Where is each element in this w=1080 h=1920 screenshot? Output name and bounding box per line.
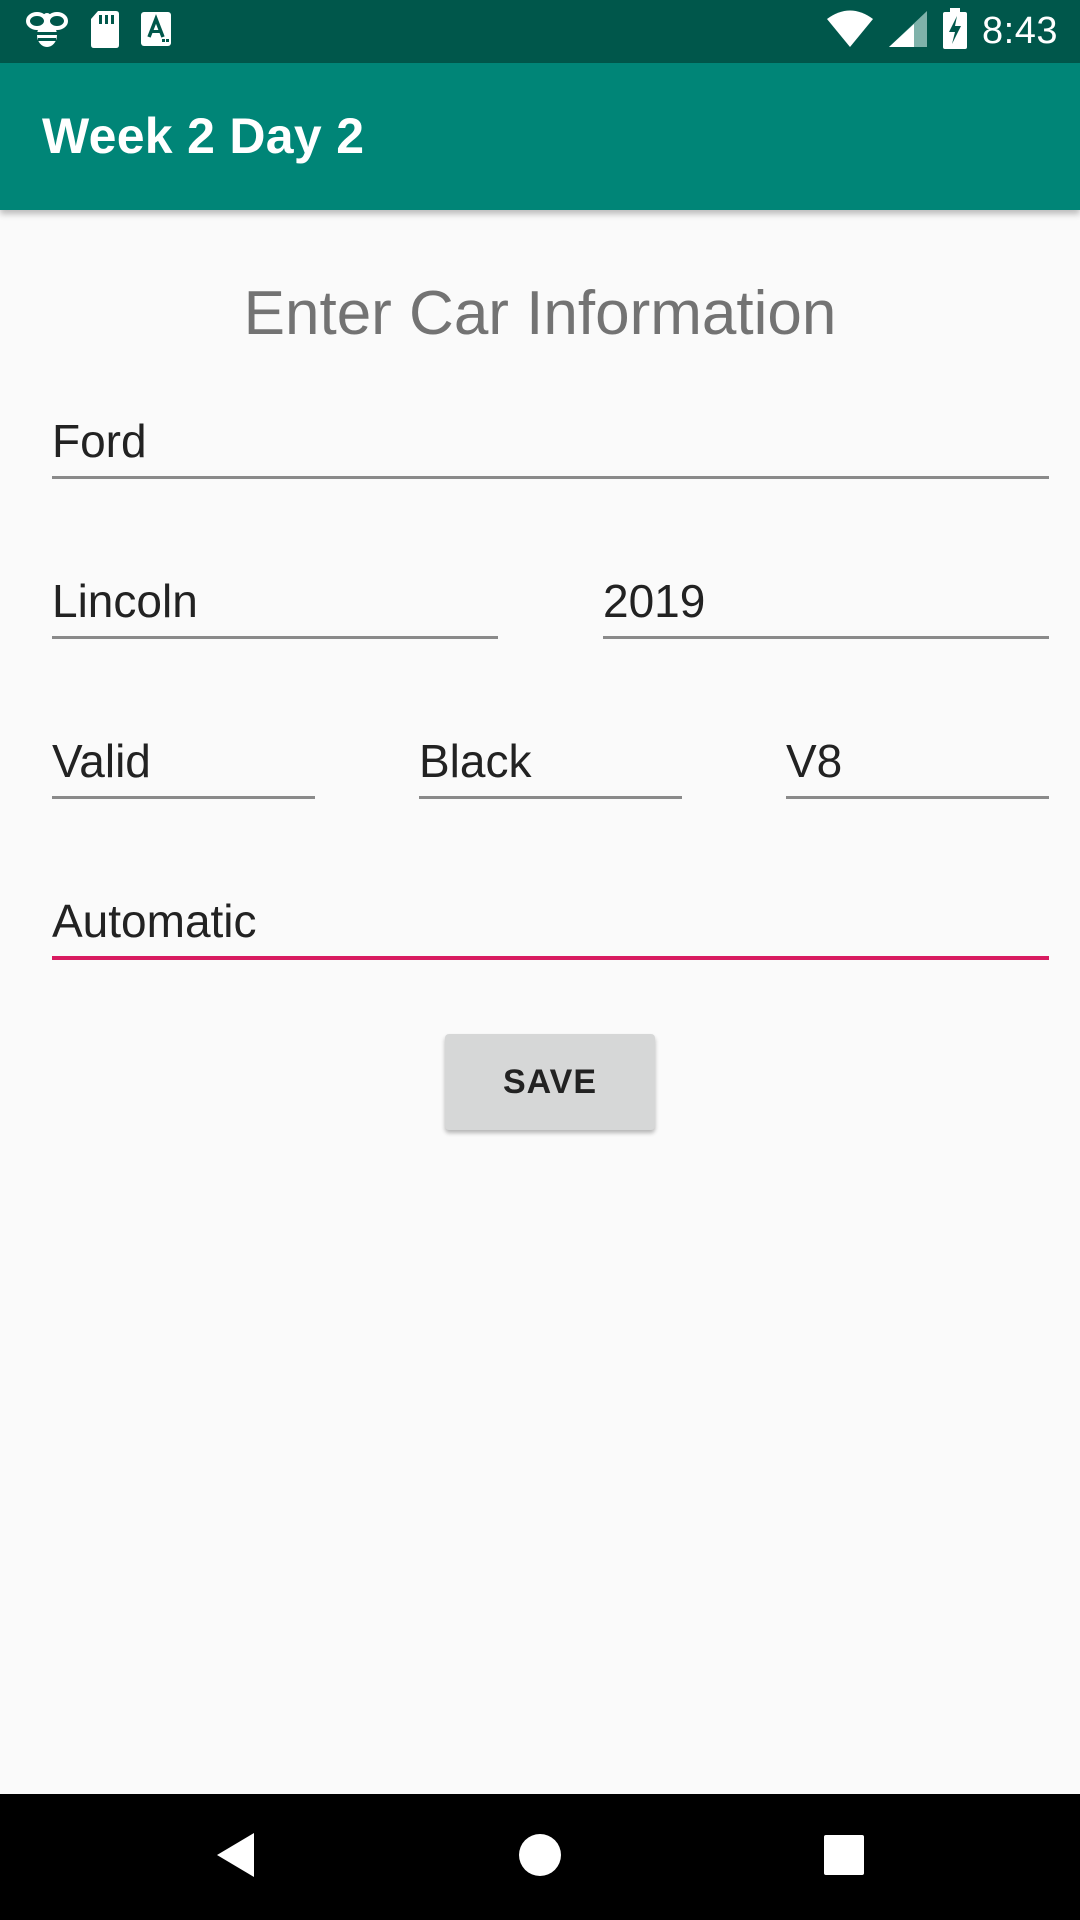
status-field[interactable]: [52, 734, 315, 788]
make-field-container: [52, 396, 1049, 479]
status-bar-right: 8:43: [826, 7, 1058, 55]
nav-bar: [0, 1794, 1080, 1920]
status-field-container: [52, 716, 315, 799]
app-title: Week 2 Day 2: [42, 108, 365, 164]
color-field-container: [419, 716, 682, 799]
engine-field-container: [786, 716, 1049, 799]
engine-field[interactable]: [786, 734, 1049, 788]
back-icon: [214, 1831, 258, 1884]
color-field[interactable]: [419, 734, 682, 788]
wifi-icon: [826, 10, 874, 53]
transmission-field-container: [52, 876, 1049, 960]
year-field-container: [603, 556, 1049, 639]
status-bar-left: [24, 10, 172, 52]
model-field-container: [52, 556, 498, 639]
status-bar: 8:43: [0, 0, 1080, 63]
battery-charging-icon: [942, 7, 968, 55]
home-icon: [518, 1833, 562, 1882]
recents-icon: [824, 1834, 864, 1880]
transmission-field[interactable]: [52, 894, 1049, 948]
sd-card-icon: [90, 9, 120, 54]
year-field[interactable]: [603, 574, 1049, 628]
app-bar: Week 2 Day 2: [0, 63, 1080, 210]
form-heading: Enter Car Information: [243, 279, 837, 348]
signal-icon: [888, 10, 928, 53]
home-button[interactable]: [480, 1794, 600, 1920]
text-a-icon: [140, 11, 172, 52]
bee-icon: [24, 7, 70, 56]
recents-button[interactable]: [784, 1794, 904, 1920]
make-field[interactable]: [52, 414, 1049, 468]
save-button[interactable]: SAVE: [445, 1034, 655, 1130]
model-field[interactable]: [52, 574, 498, 628]
back-button[interactable]: [176, 1794, 296, 1920]
status-time: 8:43: [982, 9, 1058, 52]
screen: 8:43 Week 2 Day 2 Enter Car Information …: [0, 0, 1080, 1920]
